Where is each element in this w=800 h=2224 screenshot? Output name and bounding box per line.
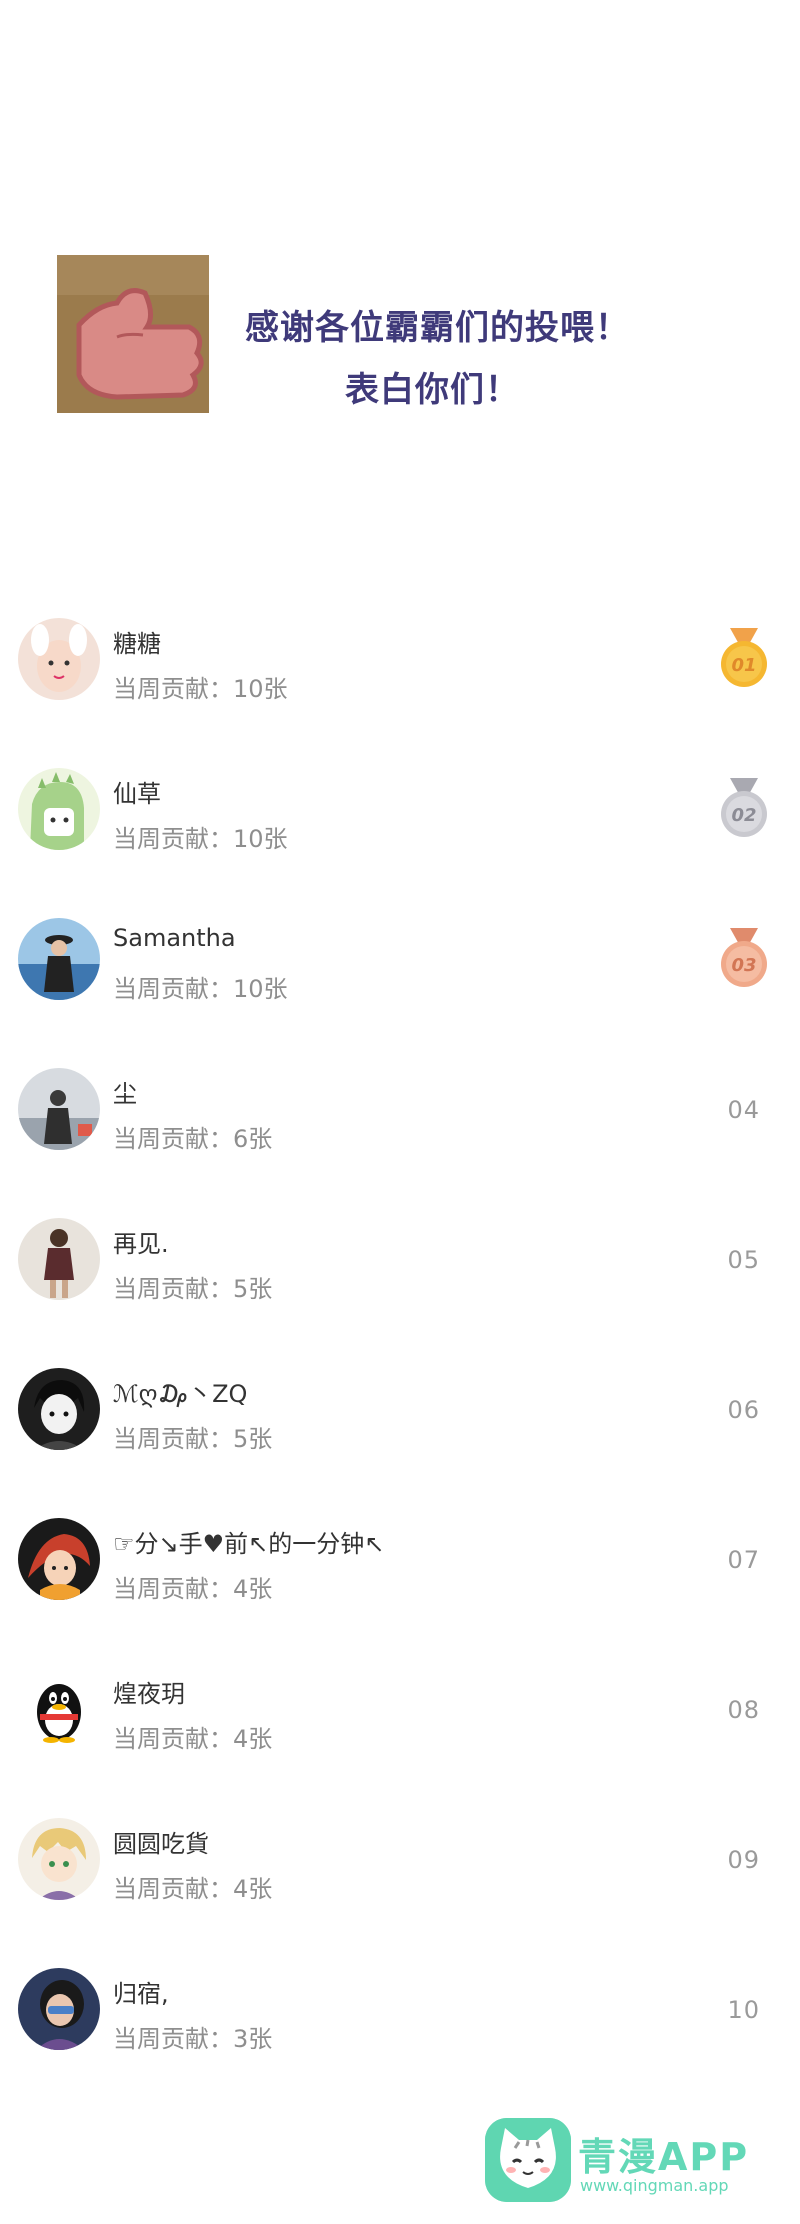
list-item[interactable]: ☞分↘手♥前↖的一分钟↖ 当周贡献：4张 07 (0, 1498, 800, 1648)
penguin-avatar[interactable] (18, 1668, 100, 1750)
rank-number: 07 (727, 1546, 760, 1574)
weekly-contribution: 当周贡献：5张 (113, 1275, 273, 1303)
user-name: 圆圆吃貨 (113, 1830, 209, 1858)
weekly-contribution: 当周贡献：5张 (113, 1425, 273, 1453)
rank-number: 08 (727, 1696, 760, 1724)
list-item[interactable]: 糖糖 当周贡献：10张 01 (0, 598, 800, 748)
weekly-contribution: 当周贡献：6张 (113, 1125, 273, 1153)
watermark-title: 青漫APP (578, 2135, 750, 2179)
weekly-contribution: 当周贡献：10张 (113, 675, 288, 703)
user-name: ℳღ₯丶ZQ (113, 1380, 248, 1408)
gold-medal-icon: 01 (718, 626, 770, 690)
avatar[interactable] (18, 1818, 100, 1900)
user-name: 仙草 (113, 780, 161, 808)
user-name: 再见. (113, 1230, 169, 1258)
avatar[interactable] (18, 1368, 100, 1450)
user-name: 煌夜玥 (113, 1680, 185, 1708)
list-item[interactable]: 煌夜玥 当周贡献：4张 08 (0, 1648, 800, 1798)
list-item[interactable]: 再见. 当周贡献：5张 05 (0, 1198, 800, 1348)
avatar[interactable] (18, 1518, 100, 1600)
cat-logo-icon (485, 2118, 571, 2202)
watermark-url: www.qingman.app (580, 2176, 729, 2195)
avatar[interactable] (18, 918, 100, 1000)
thanks-title-line1: 感谢各位霸霸们的投喂！ (245, 308, 630, 348)
thumbs-up-image (57, 255, 209, 413)
weekly-contribution: 当周贡献：3张 (113, 2025, 273, 2053)
svg-text:01: 01 (731, 655, 756, 676)
list-item[interactable]: 圆圆吃貨 当周贡献：4张 09 (0, 1798, 800, 1948)
user-name: ☞分↘手♥前↖的一分钟↖ (113, 1530, 385, 1558)
user-name: 尘 (113, 1080, 137, 1108)
rank-number: 05 (727, 1246, 760, 1274)
rank-number: 09 (727, 1846, 760, 1874)
avatar[interactable] (18, 618, 100, 700)
thanks-header: 感谢各位霸霸们的投喂！ 表白你们！ (0, 0, 800, 560)
list-item[interactable]: 仙草 当周贡献：10张 02 (0, 748, 800, 898)
list-item[interactable]: ℳღ₯丶ZQ 当周贡献：5张 06 (0, 1348, 800, 1498)
avatar[interactable] (18, 1968, 100, 2050)
avatar[interactable] (18, 1068, 100, 1150)
svg-text:03: 03 (731, 955, 756, 976)
ranking-list: 糖糖 当周贡献：10张 01 仙草 当周贡献：10张 02 Samantha 当… (0, 598, 800, 2098)
weekly-contribution: 当周贡献：4张 (113, 1575, 273, 1603)
user-name: Samantha (113, 924, 236, 952)
avatar[interactable] (18, 768, 100, 850)
list-item[interactable]: Samantha 当周贡献：10张 03 (0, 898, 800, 1048)
list-item[interactable]: 尘 当周贡献：6张 04 (0, 1048, 800, 1198)
weekly-contribution: 当周贡献：10张 (113, 825, 288, 853)
weekly-contribution: 当周贡献：4张 (113, 1725, 273, 1753)
rank-number: 06 (727, 1396, 760, 1424)
rank-number: 04 (727, 1096, 760, 1124)
rank-number: 10 (727, 1996, 760, 2024)
svg-text:02: 02 (731, 805, 756, 826)
avatar[interactable] (18, 1218, 100, 1300)
user-name: 归宿, (113, 1980, 169, 2008)
app-watermark: 青漫APP www.qingman.app (485, 2118, 785, 2208)
weekly-contribution: 当周贡献：4张 (113, 1875, 273, 1903)
user-name: 糖糖 (113, 630, 161, 658)
list-item[interactable]: 归宿, 当周贡献：3张 10 (0, 1948, 800, 2098)
weekly-contribution: 当周贡献：10张 (113, 975, 288, 1003)
thanks-title-line2: 表白你们！ (345, 370, 520, 410)
silver-medal-icon: 02 (718, 776, 770, 840)
bronze-medal-icon: 03 (718, 926, 770, 990)
